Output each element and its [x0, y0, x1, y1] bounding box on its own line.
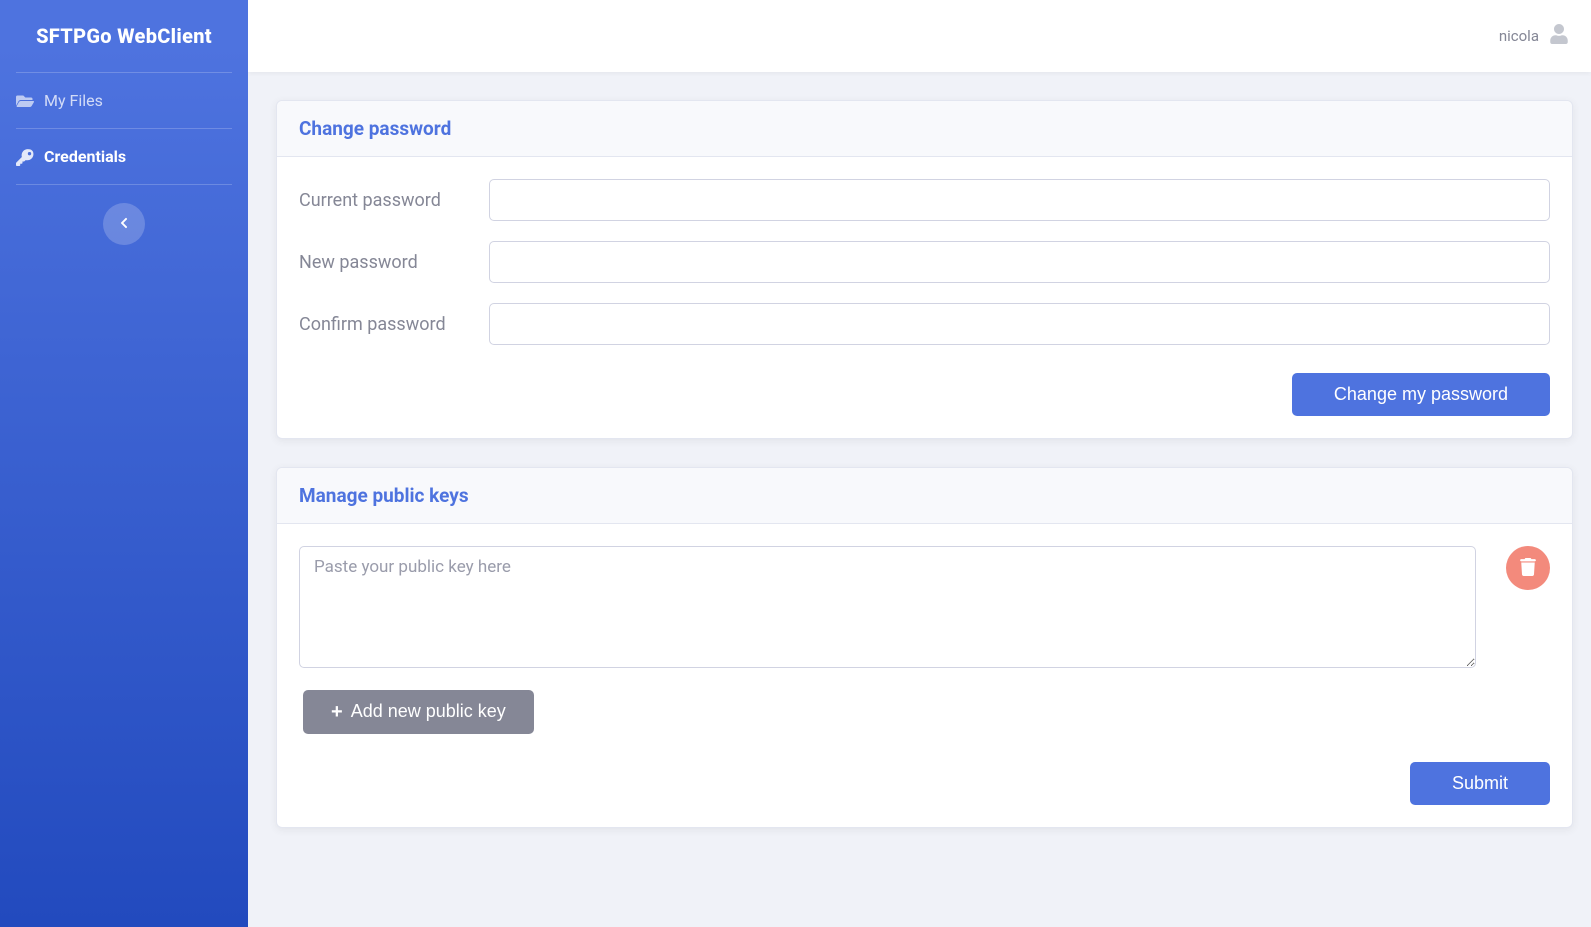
content: nicola Change password Current password …	[248, 0, 1591, 927]
public-keys-actions: Submit	[299, 762, 1550, 805]
sidebar-nav: My Files	[0, 73, 248, 128]
add-public-key-label: Add new public key	[351, 700, 506, 723]
card-header-public-keys: Manage public keys	[277, 468, 1572, 524]
sidebar-item-credentials[interactable]: Credentials	[0, 129, 248, 184]
sidebar-collapse-button[interactable]	[103, 203, 145, 245]
current-password-label: Current password	[299, 190, 489, 211]
change-password-card: Change password Current password New pas…	[276, 100, 1573, 439]
username: nicola	[1499, 27, 1539, 45]
app-title[interactable]: SFTPGo WebClient	[0, 0, 248, 72]
change-password-actions: Change my password	[299, 373, 1550, 416]
folder-open-icon	[16, 92, 34, 110]
submit-public-keys-button[interactable]: Submit	[1410, 762, 1550, 805]
user-menu[interactable]: nicola	[1499, 24, 1569, 48]
sidebar-item-label: My Files	[44, 91, 103, 110]
card-body: Current password New password Confirm pa…	[277, 157, 1572, 438]
sidebar-toggle-wrap	[0, 185, 248, 245]
new-password-label: New password	[299, 252, 489, 273]
confirm-password-label: Confirm password	[299, 314, 489, 335]
new-password-input[interactable]	[489, 241, 1550, 283]
delete-key-button[interactable]	[1506, 546, 1550, 590]
topbar: nicola	[248, 0, 1591, 72]
user-icon	[1549, 24, 1569, 48]
form-row-confirm-password: Confirm password	[299, 303, 1550, 345]
trash-icon	[1519, 558, 1537, 579]
public-key-textarea[interactable]	[299, 546, 1476, 668]
sidebar: SFTPGo WebClient My Files Credentials	[0, 0, 248, 927]
sidebar-item-label: Credentials	[44, 147, 126, 166]
current-password-input[interactable]	[489, 179, 1550, 221]
key-icon	[16, 148, 34, 166]
card-body: + Add new public key Submit	[277, 524, 1572, 827]
sidebar-item-my-files[interactable]: My Files	[0, 73, 248, 128]
public-key-row	[299, 546, 1550, 668]
confirm-password-input[interactable]	[489, 303, 1550, 345]
form-row-new-password: New password	[299, 241, 1550, 283]
add-public-key-button[interactable]: + Add new public key	[303, 690, 534, 733]
card-header-change-password: Change password	[277, 101, 1572, 157]
chevron-left-icon	[119, 217, 129, 232]
change-password-button[interactable]: Change my password	[1292, 373, 1550, 416]
sidebar-nav: Credentials	[0, 129, 248, 184]
manage-public-keys-card: Manage public keys + Add new public key	[276, 467, 1573, 828]
plus-icon: +	[331, 702, 343, 722]
add-key-row: + Add new public key	[303, 690, 1550, 733]
main-container: Change password Current password New pas…	[248, 72, 1591, 896]
form-row-current-password: Current password	[299, 179, 1550, 221]
